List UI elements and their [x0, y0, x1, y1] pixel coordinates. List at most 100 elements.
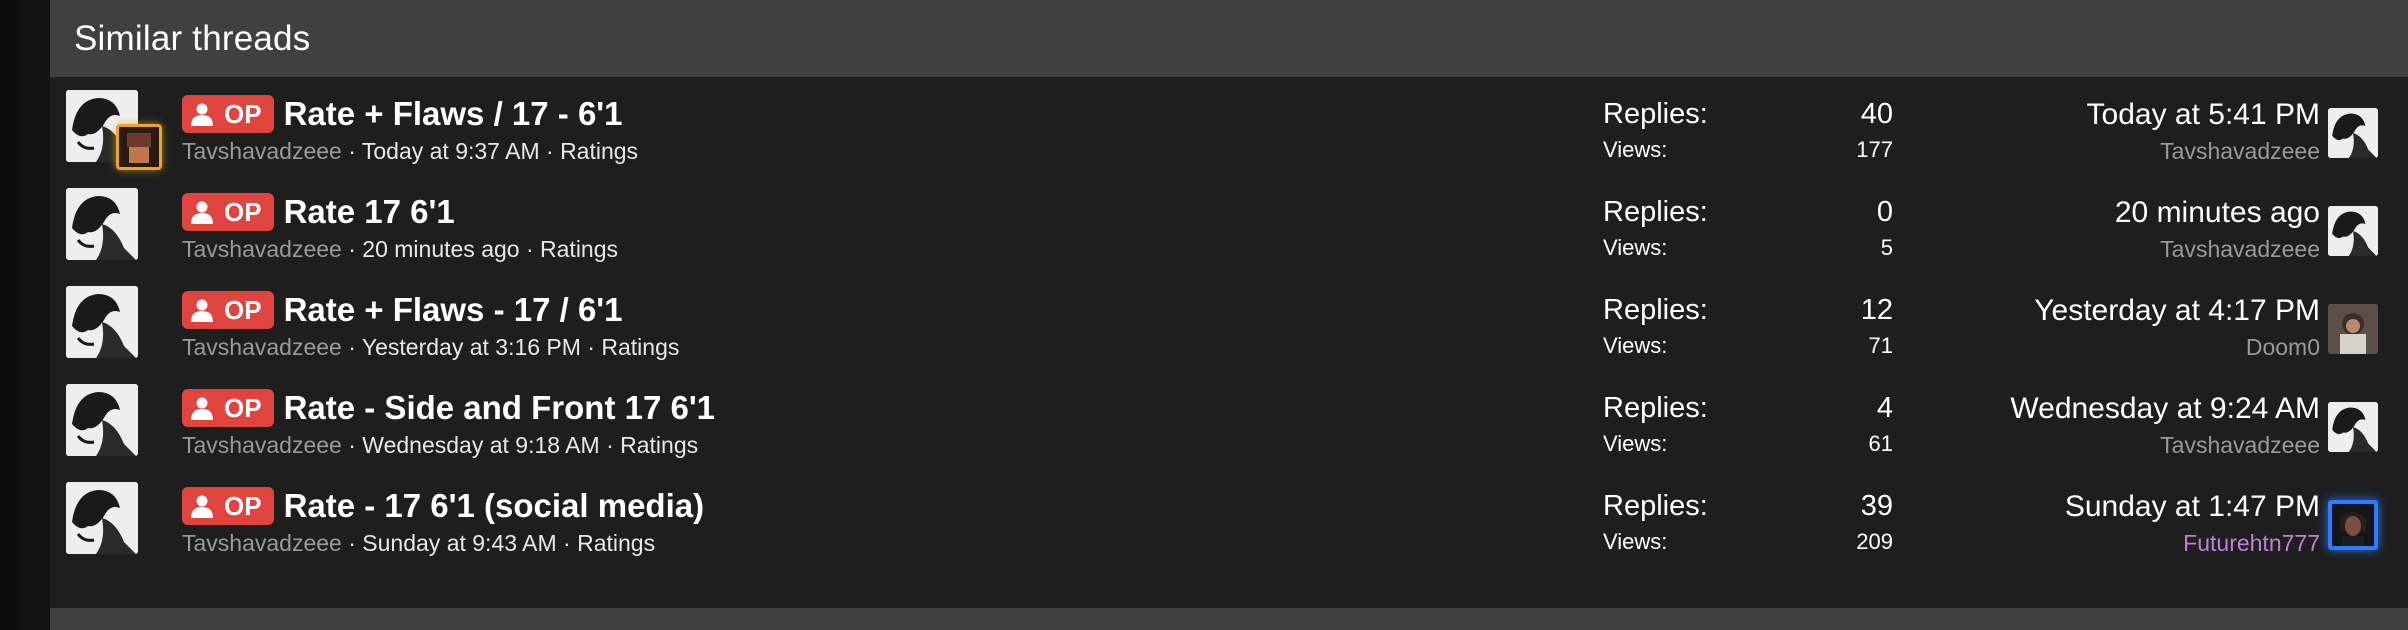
starter-username[interactable]: Tavshavadzeee — [182, 138, 342, 164]
forum-link[interactable]: Ratings — [620, 432, 698, 458]
views-count: 209 — [1856, 529, 1893, 554]
replies-count: 4 — [1876, 392, 1893, 424]
meta-separator: · — [580, 334, 602, 360]
start-date[interactable]: Wednesday at 9:18 AM — [362, 432, 599, 458]
op-label: OP — [224, 490, 262, 521]
replies-count: 40 — [1860, 98, 1893, 130]
thread-meta: Tavshavadzeee · Today at 9:37 AM · Ratin… — [182, 138, 1532, 165]
thread-meta: Tavshavadzeee · Yesterday at 3:16 PM · R… — [182, 334, 1532, 361]
op-badge: OP — [182, 193, 274, 231]
starter-avatar[interactable] — [66, 384, 138, 456]
views-label: Views: — [1603, 529, 1668, 554]
last-post: Sunday at 1:47 PM Futurehtn777 — [1900, 490, 2320, 557]
starter-avatar[interactable] — [66, 482, 138, 554]
thread-stats: Replies: 39 Views: 209 — [1603, 490, 1893, 555]
thread-main: OP Rate - Side and Front 17 6'1 Tavshava… — [182, 388, 1532, 459]
meta-separator: · — [341, 530, 363, 556]
meta-separator: · — [341, 236, 363, 262]
page-left-rail — [0, 0, 20, 630]
views-count: 71 — [1868, 333, 1893, 358]
thread-list: OP Rate + Flaws / 17 - 6'1 Tavshavadzeee… — [50, 77, 2408, 574]
last-post-username[interactable]: Doom0 — [2246, 334, 2320, 360]
avatar-sketch-icon — [66, 482, 138, 554]
last-post: Today at 5:41 PM Tavshavadzeee — [1900, 98, 2320, 165]
thread-row: OP Rate 17 6'1 Tavshavadzeee · 20 minute… — [50, 182, 2408, 280]
starter-username[interactable]: Tavshavadzeee — [182, 530, 342, 556]
thread-stats: Replies: 12 Views: 71 — [1603, 294, 1893, 359]
op-label: OP — [224, 294, 262, 325]
avatar-sketch-icon — [66, 384, 138, 456]
last-poster-avatar[interactable] — [2328, 108, 2378, 158]
thread-title-link[interactable]: Rate 17 6'1 — [284, 193, 455, 231]
thread-title-link[interactable]: Rate - Side and Front 17 6'1 — [284, 389, 715, 427]
last-poster-avatar[interactable] — [2328, 500, 2378, 550]
op-label: OP — [224, 392, 262, 423]
forum-link[interactable]: Ratings — [540, 236, 618, 262]
last-post-date[interactable]: 20 minutes ago — [2115, 196, 2320, 229]
thread-row: OP Rate + Flaws - 17 / 6'1 Tavshavadzeee… — [50, 280, 2408, 378]
starter-avatar[interactable] — [66, 188, 138, 260]
meta-separator: · — [556, 530, 578, 556]
user-icon — [191, 103, 213, 126]
last-poster-avatar[interactable] — [2328, 402, 2378, 452]
replies-label: Replies: — [1603, 196, 1708, 228]
thread-title-link[interactable]: Rate - 17 6'1 (social media) — [284, 487, 705, 525]
starter-username[interactable]: Tavshavadzeee — [182, 334, 342, 360]
forum-link[interactable]: Ratings — [560, 138, 638, 164]
starter-avatar[interactable] — [66, 286, 138, 358]
meta-separator: · — [539, 138, 561, 164]
user-icon — [191, 201, 213, 224]
user-icon — [191, 495, 213, 518]
last-post-date[interactable]: Sunday at 1:47 PM — [2065, 490, 2320, 523]
thread-meta: Tavshavadzeee · Sunday at 9:43 AM · Rati… — [182, 530, 1532, 557]
thread-stats: Replies: 40 Views: 177 — [1603, 98, 1893, 163]
avatar-sketch-icon — [66, 286, 138, 358]
start-date[interactable]: Yesterday at 3:16 PM — [362, 334, 581, 360]
thread-meta: Tavshavadzeee · 20 minutes ago · Ratings — [182, 236, 1532, 263]
last-poster-avatar[interactable] — [2328, 206, 2378, 256]
views-count: 61 — [1868, 431, 1893, 456]
replies-label: Replies: — [1603, 294, 1708, 326]
avatar-sketch-icon — [2328, 206, 2378, 256]
starter-username[interactable]: Tavshavadzeee — [182, 236, 342, 262]
views-label: Views: — [1603, 137, 1668, 162]
avatar-sketch-icon — [2328, 108, 2378, 158]
op-label: OP — [224, 196, 262, 227]
start-date[interactable]: Today at 9:37 AM — [362, 138, 540, 164]
thread-title-link[interactable]: Rate + Flaws - 17 / 6'1 — [284, 291, 623, 329]
start-date[interactable]: Sunday at 9:43 AM — [362, 530, 556, 556]
block-header: Similar threads — [50, 0, 2408, 77]
last-post-date[interactable]: Wednesday at 9:24 AM — [2010, 392, 2320, 425]
block-footer-bar — [50, 608, 2408, 630]
start-date[interactable]: 20 minutes ago — [362, 236, 519, 262]
avatar-sketch-icon — [2328, 402, 2378, 452]
op-label: OP — [224, 98, 262, 129]
last-post-date[interactable]: Today at 5:41 PM — [2087, 98, 2320, 131]
forum-link[interactable]: Ratings — [577, 530, 655, 556]
forum-link[interactable]: Ratings — [601, 334, 679, 360]
meta-separator: · — [341, 334, 362, 360]
views-label: Views: — [1603, 235, 1668, 260]
replies-label: Replies: — [1603, 392, 1708, 424]
last-post-date[interactable]: Yesterday at 4:17 PM — [2034, 294, 2320, 327]
views-count: 177 — [1856, 137, 1893, 162]
last-post-username[interactable]: Tavshavadzeee — [2160, 236, 2320, 262]
last-post: Wednesday at 9:24 AM Tavshavadzeee — [1900, 392, 2320, 459]
avatar-photo-icon — [2328, 304, 2378, 354]
thread-title-link[interactable]: Rate + Flaws / 17 - 6'1 — [284, 95, 623, 133]
replies-count: 0 — [1876, 196, 1893, 228]
similar-threads-block: Similar threads OP Rate + Flaws / 17 - 6… — [50, 0, 2408, 630]
last-post-username[interactable]: Tavshavadzeee — [2160, 138, 2320, 164]
starter-username[interactable]: Tavshavadzeee — [182, 432, 342, 458]
last-poster-avatar[interactable] — [2328, 304, 2378, 354]
meta-separator: · — [519, 236, 541, 262]
thread-meta: Tavshavadzeee · Wednesday at 9:18 AM · R… — [182, 432, 1532, 459]
op-badge: OP — [182, 389, 274, 427]
op-badge: OP — [182, 291, 274, 329]
last-post-username[interactable]: Futurehtn777 — [2183, 530, 2320, 556]
participant-mini-avatar[interactable] — [116, 124, 162, 170]
last-post-username[interactable]: Tavshavadzeee — [2160, 432, 2320, 458]
thread-main: OP Rate 17 6'1 Tavshavadzeee · 20 minute… — [182, 192, 1532, 263]
thread-stats: Replies: 4 Views: 61 — [1603, 392, 1893, 457]
views-label: Views: — [1603, 431, 1668, 456]
